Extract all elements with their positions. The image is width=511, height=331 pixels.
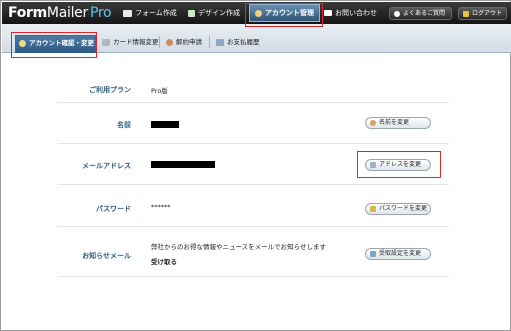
account-icon bbox=[255, 9, 262, 17]
person-icon bbox=[370, 119, 376, 126]
nav-account-management[interactable]: アカウント管理 bbox=[249, 4, 320, 22]
top-header: FormMailer Pro フォーム作成 デザイン作成 アカウント管理 お問い合… bbox=[2, 2, 511, 24]
plan-value: Pro版 bbox=[151, 87, 168, 95]
form-icon bbox=[123, 9, 132, 17]
email-value-redacted bbox=[151, 161, 215, 170]
key-icon bbox=[370, 205, 376, 212]
nav-form-create[interactable]: フォーム作成 bbox=[123, 6, 177, 21]
redaction-bar bbox=[151, 121, 179, 128]
nav-design-create[interactable]: デザイン作成 bbox=[188, 6, 240, 21]
change-name-button[interactable]: 名前を変更 bbox=[365, 117, 431, 129]
name-label: 名前 bbox=[117, 121, 131, 129]
envelope-icon bbox=[370, 161, 376, 168]
mail-setting-icon bbox=[370, 250, 376, 257]
nav-contact[interactable]: お問い合わせ bbox=[324, 6, 377, 21]
history-icon bbox=[216, 38, 224, 46]
logout-button[interactable]: ログアウト bbox=[458, 7, 507, 20]
notify-row: お知らせメール 弊社からのお得な情報やニュースをメールでお知らせします 受け取る… bbox=[58, 227, 449, 277]
notify-value: 弊社からのお得な情報やニュースをメールでお知らせします 受け取る bbox=[151, 241, 326, 268]
name-value-redacted bbox=[151, 121, 179, 130]
name-row: 名前 名前を変更 bbox=[58, 103, 449, 144]
password-row: パスワード ****** パスワードを変更 bbox=[58, 185, 449, 227]
tab-divider bbox=[159, 36, 160, 48]
password-value: ****** bbox=[151, 203, 171, 211]
card-icon bbox=[102, 38, 110, 46]
app-window: FormMailer Pro フォーム作成 デザイン作成 アカウント管理 お問い合… bbox=[0, 0, 511, 331]
tab-cancel-request[interactable]: 解約申請 bbox=[163, 35, 202, 50]
email-row: メールアドレス アドレスを変更 bbox=[58, 144, 449, 185]
formmailer-logo[interactable]: FormMailer Pro bbox=[8, 4, 112, 22]
plan-row: ご利用プラン Pro版 bbox=[58, 74, 449, 103]
notify-label: お知らせメール bbox=[82, 252, 131, 260]
question-icon bbox=[394, 10, 400, 17]
notify-description: 弊社からのお得な情報やニュースをメールでお知らせします bbox=[151, 243, 327, 251]
password-label: パスワード bbox=[96, 205, 131, 213]
faq-button[interactable]: よくあるご質問 bbox=[389, 7, 452, 20]
cancel-icon bbox=[166, 38, 173, 46]
design-icon bbox=[188, 9, 195, 17]
account-info-panel: ご利用プラン Pro版 名前 名前を変更 メールアドレス アドレスを変更 パスワ… bbox=[58, 74, 449, 286]
tab-card-change[interactable]: カード情報変更 bbox=[99, 35, 159, 50]
mail-icon bbox=[324, 10, 332, 16]
account-subnav: アカウント確認・変更 カード情報変更 解約申請 お支払履歴 bbox=[2, 24, 511, 53]
person-icon bbox=[19, 39, 26, 47]
logout-icon bbox=[463, 10, 469, 17]
tab-account-confirm[interactable]: アカウント確認・変更 bbox=[15, 35, 96, 53]
change-password-button[interactable]: パスワードを変更 bbox=[365, 203, 431, 215]
tab-divider bbox=[209, 36, 210, 48]
redaction-bar bbox=[151, 161, 215, 168]
tab-payment-history[interactable]: お支払履歴 bbox=[213, 35, 260, 50]
email-label: メールアドレス bbox=[82, 162, 131, 170]
notify-status: 受け取る bbox=[151, 258, 177, 266]
change-notify-button[interactable]: 受取設定を変更 bbox=[365, 248, 431, 260]
plan-label: ご利用プラン bbox=[89, 86, 131, 94]
change-address-button[interactable]: アドレスを変更 bbox=[365, 159, 431, 171]
